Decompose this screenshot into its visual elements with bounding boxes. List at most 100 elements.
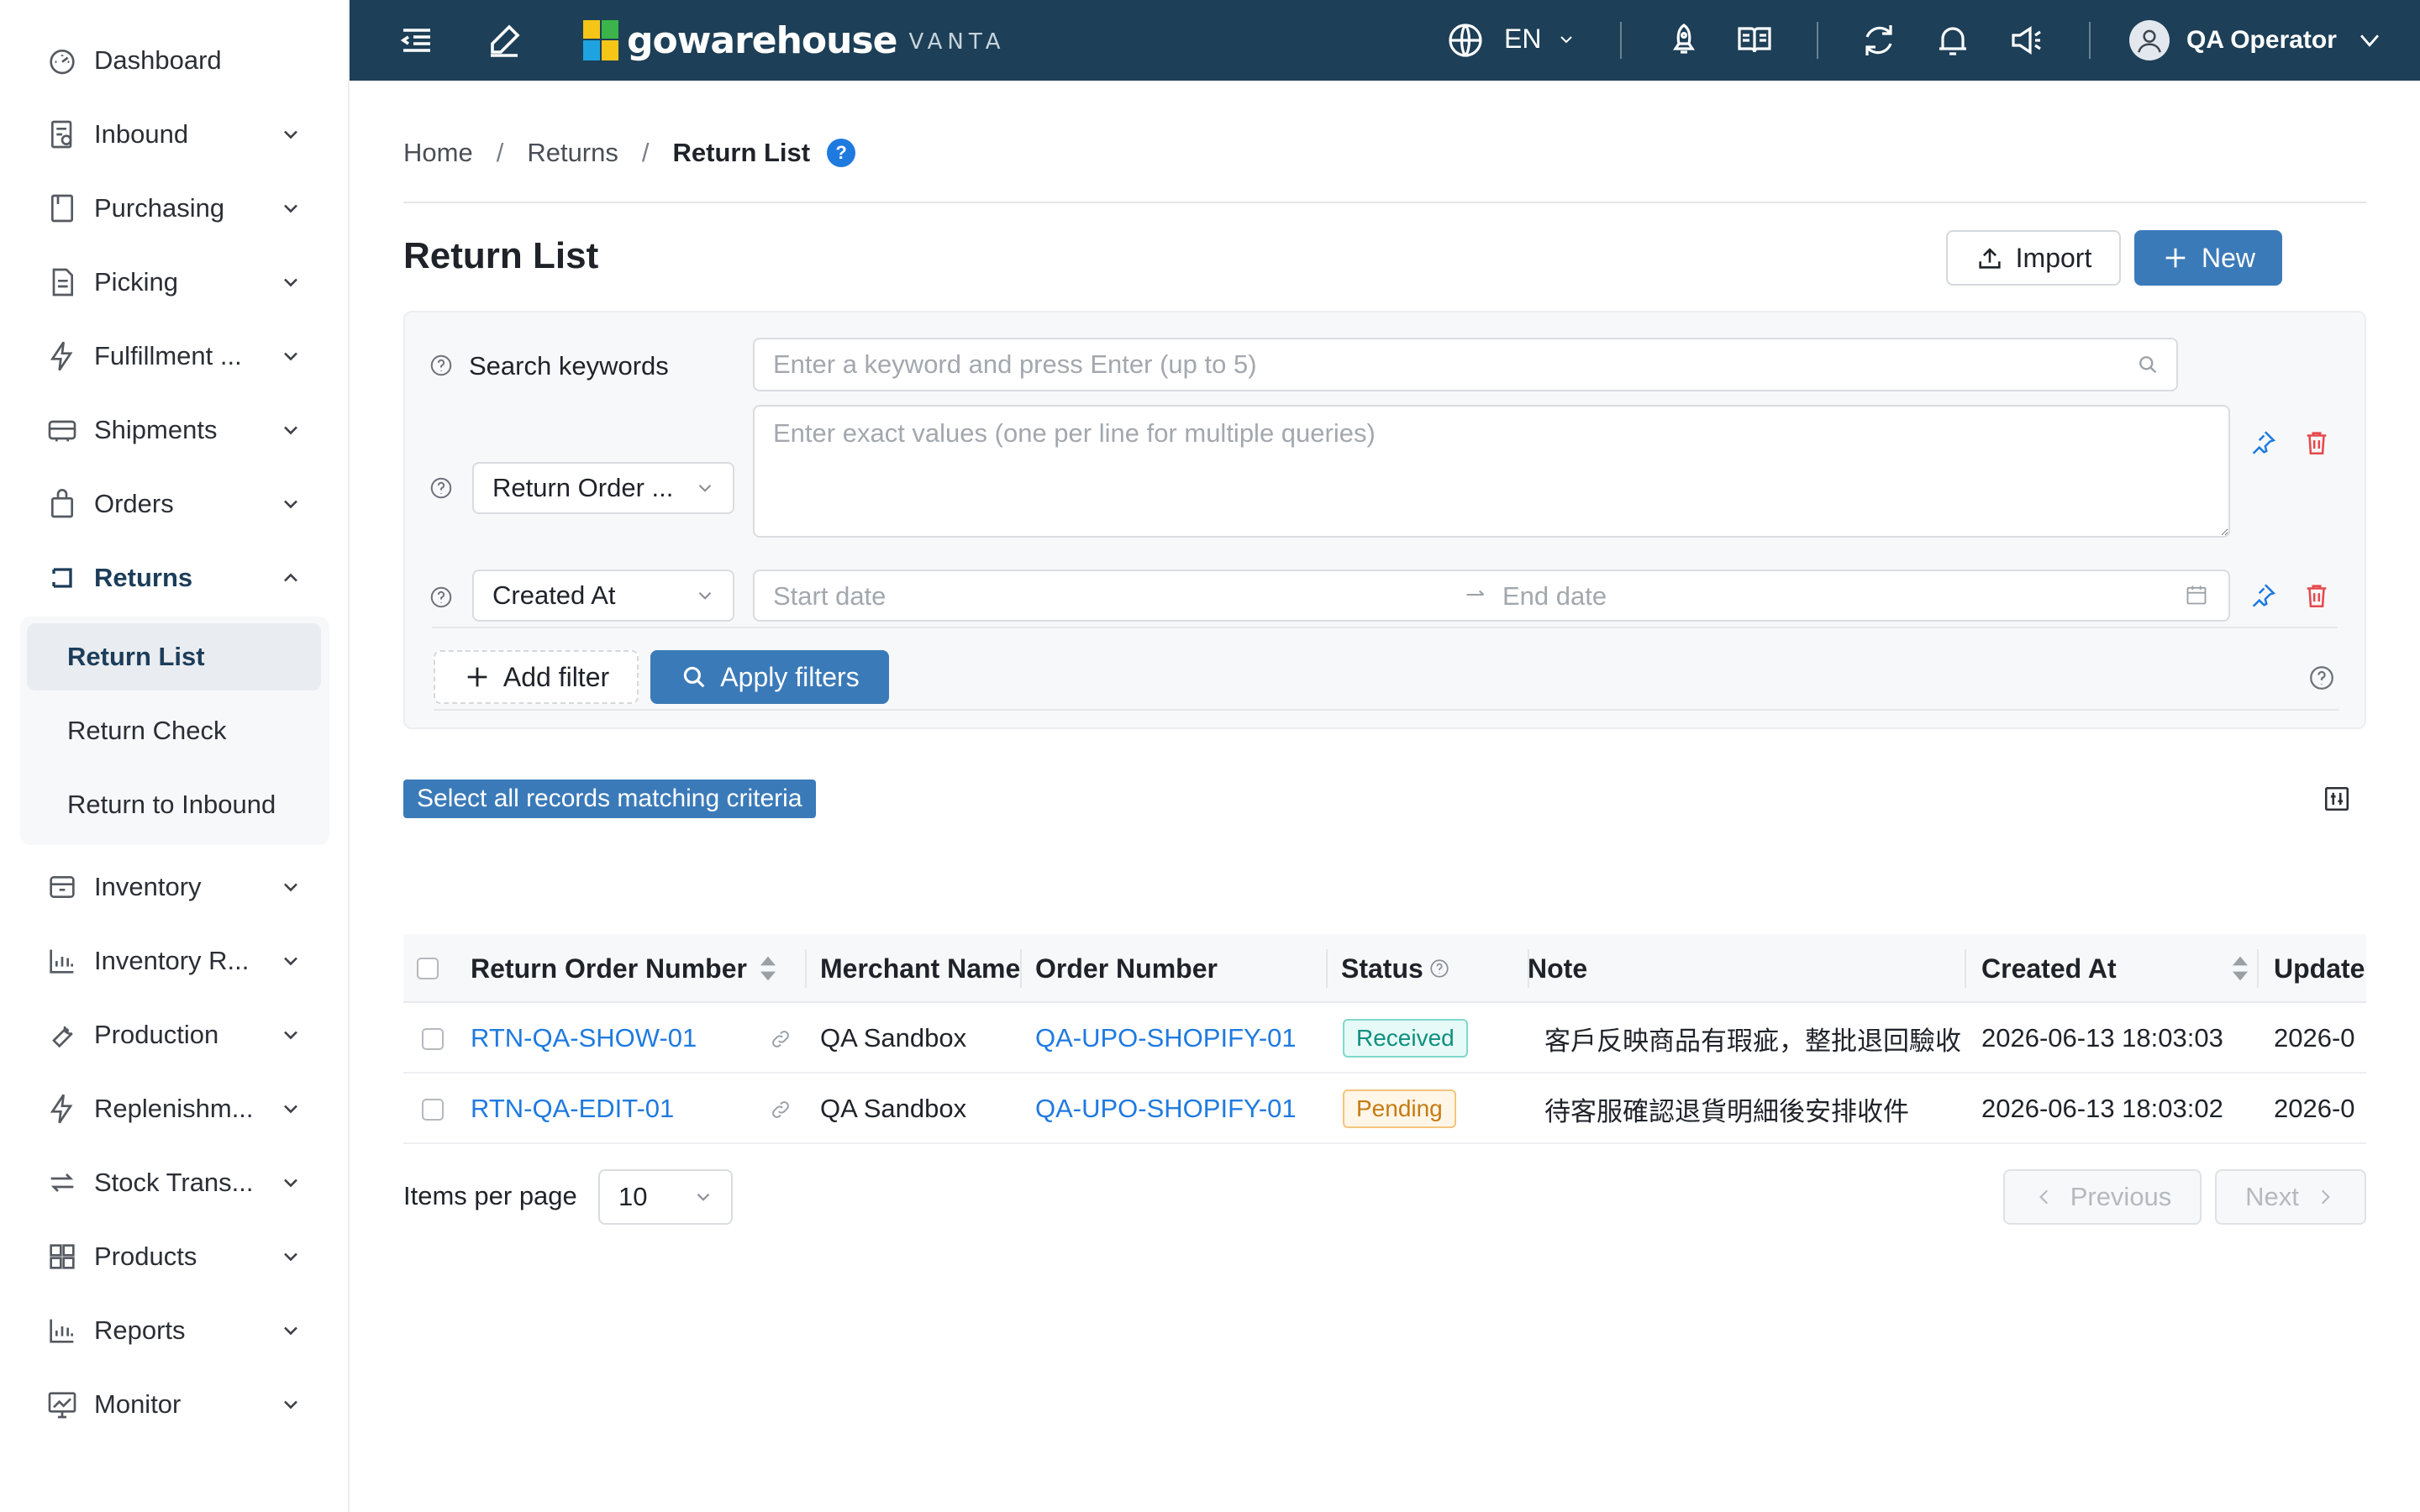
- field-select-return-order[interactable]: Return Order ...: [472, 462, 734, 514]
- bell-icon[interactable]: [1933, 20, 1973, 60]
- chevron-down-icon: [279, 1171, 302, 1194]
- sidebar-item-monitor[interactable]: Monitor: [27, 1368, 313, 1441]
- truck-icon: [45, 413, 79, 447]
- new-button[interactable]: New: [2134, 230, 2282, 286]
- next-page-button[interactable]: Next: [2215, 1169, 2366, 1225]
- trash-icon[interactable]: [2302, 581, 2331, 610]
- question-circle-icon[interactable]: [429, 585, 454, 610]
- sort-icon[interactable]: [759, 953, 777, 984]
- merchant-name: QA Sandbox: [820, 1023, 967, 1053]
- chevron-down-icon: [279, 123, 302, 146]
- breadcrumb-home[interactable]: Home: [403, 138, 473, 168]
- refresh-icon[interactable]: [1859, 20, 1899, 60]
- return-order-link[interactable]: RTN-QA-EDIT-01: [471, 1074, 674, 1144]
- divider: [403, 202, 2366, 203]
- sidebar-item-dashboard[interactable]: Dashboard: [27, 24, 313, 97]
- sidebar-item-orders[interactable]: Orders: [27, 467, 313, 541]
- column-order-number: Order Number: [1035, 953, 1218, 984]
- sidebar-item-replenishment[interactable]: Replenishm...: [27, 1072, 313, 1146]
- pin-icon[interactable]: [2249, 428, 2277, 457]
- sidebar-item-return-to-inbound[interactable]: Return to Inbound: [27, 771, 321, 838]
- chevron-down-icon: [694, 477, 716, 499]
- updated-at: 2026-0: [2274, 1094, 2355, 1123]
- language-select[interactable]: EN: [1504, 24, 1576, 55]
- add-filter-button[interactable]: Add filter: [434, 650, 639, 704]
- exact-values-textarea[interactable]: [753, 405, 2230, 538]
- select-all-checkbox[interactable]: [417, 958, 439, 979]
- divider: [1620, 22, 1622, 59]
- divider: [2089, 22, 2091, 59]
- sidebar: Dashboard Inbound Purchasing Picking Ful…: [0, 0, 350, 1512]
- announcement-icon[interactable]: [2007, 20, 2047, 60]
- search-icon: [2136, 353, 2160, 376]
- sidebar-item-return-list[interactable]: Return List: [27, 623, 321, 690]
- items-per-page-select[interactable]: 10: [598, 1169, 733, 1225]
- trash-icon[interactable]: [2302, 428, 2331, 457]
- question-circle-icon[interactable]: [2307, 664, 2336, 692]
- note-text: 客戶反映商品有瑕疵，整批退回驗收: [1544, 1026, 1961, 1056]
- row-checkbox[interactable]: [422, 1028, 444, 1050]
- breadcrumb-returns[interactable]: Returns: [527, 138, 618, 168]
- chevron-down-icon: [279, 492, 302, 516]
- end-date-input[interactable]: End date: [1502, 581, 1607, 612]
- link-icon[interactable]: [770, 1099, 792, 1121]
- brand-logo[interactable]: gowarehouse VANTA: [583, 17, 1006, 64]
- apply-filters-button[interactable]: Apply filters: [650, 650, 889, 704]
- updated-at: 2026-0: [2274, 1023, 2355, 1053]
- sidebar-item-stock-transfer[interactable]: Stock Trans...: [27, 1146, 313, 1220]
- sidebar-item-inbound[interactable]: Inbound: [27, 97, 313, 171]
- sidebar-item-shipments[interactable]: Shipments: [27, 393, 313, 467]
- field-select-created-at[interactable]: Created At: [472, 570, 734, 622]
- column-settings-icon[interactable]: [2323, 785, 2351, 813]
- rocket-icon[interactable]: [1664, 20, 1704, 60]
- lightning-icon: [45, 339, 79, 373]
- previous-page-button[interactable]: Previous: [2003, 1169, 2202, 1225]
- chevron-down-icon: [279, 949, 302, 973]
- column-created-at[interactable]: Created At: [1981, 934, 2249, 1003]
- sidebar-item-inventory-reports[interactable]: Inventory R...: [27, 924, 313, 998]
- column-note: Note: [1528, 953, 1588, 984]
- select-all-records-button[interactable]: Select all records matching criteria: [403, 780, 816, 818]
- sidebar-item-production[interactable]: Production: [27, 998, 313, 1072]
- row-checkbox[interactable]: [422, 1099, 444, 1121]
- returns-table: Return Order Number Merchant Name Order …: [403, 934, 2366, 1144]
- chevron-down-icon: [279, 418, 302, 442]
- plus-icon: [463, 663, 492, 691]
- plus-icon: [2161, 244, 2190, 272]
- sidebar-item-fulfillment[interactable]: Fulfillment ...: [27, 319, 313, 393]
- menu-collapse-icon[interactable]: [397, 20, 437, 60]
- sort-icon[interactable]: [2231, 953, 2249, 984]
- date-range-picker[interactable]: [753, 570, 2230, 622]
- status-badge: Pending: [1343, 1089, 1456, 1128]
- sidebar-item-return-check[interactable]: Return Check: [27, 697, 321, 764]
- order-number-link[interactable]: QA-UPO-SHOPIFY-01: [1035, 1003, 1297, 1074]
- pin-icon[interactable]: [2249, 581, 2277, 610]
- help-icon[interactable]: ?: [827, 139, 856, 167]
- created-at: 2026-06-13 18:03:03: [1981, 1023, 2223, 1053]
- chevron-down-icon: [279, 1245, 302, 1268]
- chevron-down-icon: [279, 1023, 302, 1047]
- link-icon[interactable]: [770, 1028, 792, 1050]
- order-number-link[interactable]: QA-UPO-SHOPIFY-01: [1035, 1074, 1297, 1144]
- logo-mark-icon: [583, 20, 618, 60]
- question-circle-icon[interactable]: [1428, 958, 1450, 979]
- sidebar-item-picking[interactable]: Picking: [27, 245, 313, 319]
- inbound-icon: [45, 118, 79, 151]
- sidebar-item-reports[interactable]: Reports: [27, 1294, 313, 1368]
- start-date-input[interactable]: Start date: [773, 581, 886, 612]
- edit-icon[interactable]: [484, 20, 524, 60]
- sidebar-item-products[interactable]: Products: [27, 1220, 313, 1294]
- keyword-search-input[interactable]: [753, 338, 2178, 391]
- import-button[interactable]: Import: [1946, 230, 2121, 286]
- book-icon[interactable]: [1734, 20, 1775, 60]
- bar-chart-icon: [45, 944, 79, 978]
- sidebar-item-returns[interactable]: Returns: [27, 541, 313, 615]
- sidebar-item-purchasing[interactable]: Purchasing: [27, 171, 313, 245]
- sidebar-item-inventory[interactable]: Inventory: [27, 850, 313, 924]
- column-return-order-number[interactable]: Return Order Number: [471, 934, 777, 1003]
- globe-icon[interactable]: [1445, 20, 1486, 60]
- question-circle-icon[interactable]: [429, 475, 454, 501]
- user-menu[interactable]: QA Operator: [2129, 18, 2384, 62]
- return-order-link[interactable]: RTN-QA-SHOW-01: [471, 1003, 697, 1074]
- question-circle-icon[interactable]: [429, 353, 454, 378]
